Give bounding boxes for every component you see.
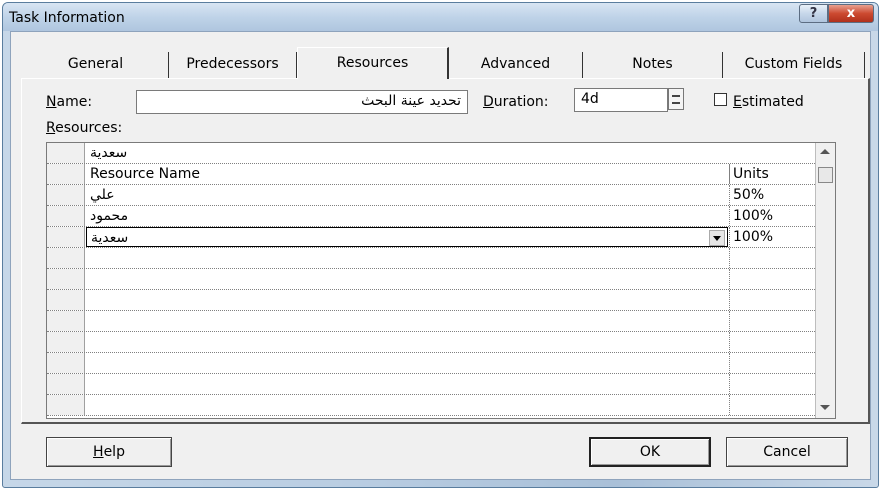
row-header[interactable] — [47, 290, 85, 310]
scrollbar-thumb[interactable] — [818, 167, 833, 183]
row-header[interactable] — [47, 332, 85, 352]
grid-edit-bar: سعدية — [47, 143, 835, 164]
units-cell[interactable] — [729, 290, 815, 310]
duration-spinner[interactable] — [668, 88, 684, 110]
units-cell[interactable] — [729, 248, 815, 268]
grid-corner — [47, 143, 85, 163]
grid-edit-box[interactable]: سعدية — [86, 143, 815, 163]
column-header-resource-name[interactable]: Resource Name — [86, 164, 728, 184]
resource-name-cell[interactable] — [86, 290, 728, 310]
units-cell[interactable] — [729, 395, 815, 415]
resource-name-cell[interactable] — [86, 311, 728, 331]
table-row[interactable] — [47, 353, 835, 374]
table-row[interactable]: سعدية 100% — [47, 227, 835, 248]
task-name-field[interactable]: تحديد عينة البحث — [136, 90, 468, 114]
units-cell[interactable]: 50% — [729, 185, 815, 205]
resource-name-cell[interactable] — [86, 353, 728, 373]
grid-vertical-scrollbar[interactable] — [815, 143, 835, 418]
table-row[interactable]: محمود 100% — [47, 206, 835, 227]
resource-name-cell[interactable] — [86, 332, 728, 352]
tab-notes[interactable]: Notes — [583, 52, 723, 78]
grid-header-row: Resource Name Units — [47, 164, 835, 185]
row-header[interactable] — [47, 353, 85, 373]
scroll-up-arrow-icon[interactable] — [820, 149, 830, 154]
resource-name-cell[interactable]: محمود — [86, 206, 728, 226]
units-cell[interactable]: 100% — [729, 227, 815, 247]
table-row[interactable] — [47, 311, 835, 332]
row-header[interactable] — [47, 311, 85, 331]
row-header[interactable] — [47, 248, 85, 268]
table-row[interactable] — [47, 269, 835, 290]
dialog-title: Task Information — [9, 10, 125, 26]
duration-field[interactable]: 4d — [574, 88, 668, 112]
units-cell[interactable] — [729, 332, 815, 352]
tab-advanced[interactable]: Advanced — [449, 52, 583, 78]
units-cell[interactable] — [729, 311, 815, 331]
resource-name-cell[interactable]: علي — [86, 185, 728, 205]
resources-grid: سعدية Resource Name Units علي 50% محمود 100… — [46, 142, 836, 419]
resource-name-text: محمود — [90, 208, 129, 224]
row-header[interactable] — [47, 269, 85, 289]
cancel-button[interactable]: Cancel — [726, 437, 848, 467]
name-label: Name: — [46, 94, 93, 110]
row-header[interactable] — [47, 374, 85, 394]
resource-name-cell[interactable] — [86, 374, 728, 394]
scroll-down-arrow-icon[interactable] — [820, 405, 830, 410]
tab-general[interactable]: General — [23, 52, 169, 78]
resource-name-cell[interactable] — [86, 269, 728, 289]
title-bar[interactable]: Task Information ? x — [3, 3, 878, 31]
units-cell[interactable] — [729, 269, 815, 289]
units-cell[interactable] — [729, 374, 815, 394]
resource-name-text: علي — [90, 187, 115, 203]
row-header[interactable] — [47, 206, 85, 226]
table-row[interactable] — [47, 395, 835, 416]
resource-name-cell[interactable]: سعدية — [86, 227, 728, 247]
tab-custom-fields[interactable]: Custom Fields — [723, 52, 865, 78]
task-information-dialog: Task Information ? x General Predecessor… — [2, 2, 879, 488]
row-header[interactable] — [47, 185, 85, 205]
resource-name-cell[interactable] — [86, 395, 728, 415]
estimated-label: Estimated — [733, 94, 804, 110]
resource-name-cell[interactable] — [86, 248, 728, 268]
units-cell[interactable]: 100% — [729, 206, 815, 226]
close-button[interactable]: x — [828, 4, 874, 23]
column-header-units[interactable]: Units — [729, 164, 815, 184]
tab-resources[interactable]: Resources — [297, 47, 449, 79]
dialog-body: General Predecessors Resources Advanced … — [10, 31, 871, 480]
duration-label: Duration: — [483, 94, 549, 110]
tab-predecessors[interactable]: Predecessors — [169, 52, 297, 78]
units-cell[interactable] — [729, 353, 815, 373]
table-row[interactable] — [47, 248, 835, 269]
help-caption-button[interactable]: ? — [799, 4, 828, 23]
resource-name-text: سعدية — [91, 230, 129, 246]
table-row[interactable] — [47, 374, 835, 395]
chevron-down-icon[interactable] — [709, 230, 725, 246]
help-button[interactable]: Help — [46, 437, 172, 467]
table-row[interactable]: علي 50% — [47, 185, 835, 206]
ok-button[interactable]: OK — [589, 437, 711, 467]
estimated-checkbox[interactable] — [714, 93, 727, 106]
table-row[interactable] — [47, 332, 835, 353]
row-header[interactable] — [47, 395, 85, 415]
row-header[interactable] — [47, 227, 85, 247]
table-row[interactable] — [47, 290, 835, 311]
resources-label: Resources: — [46, 120, 123, 136]
